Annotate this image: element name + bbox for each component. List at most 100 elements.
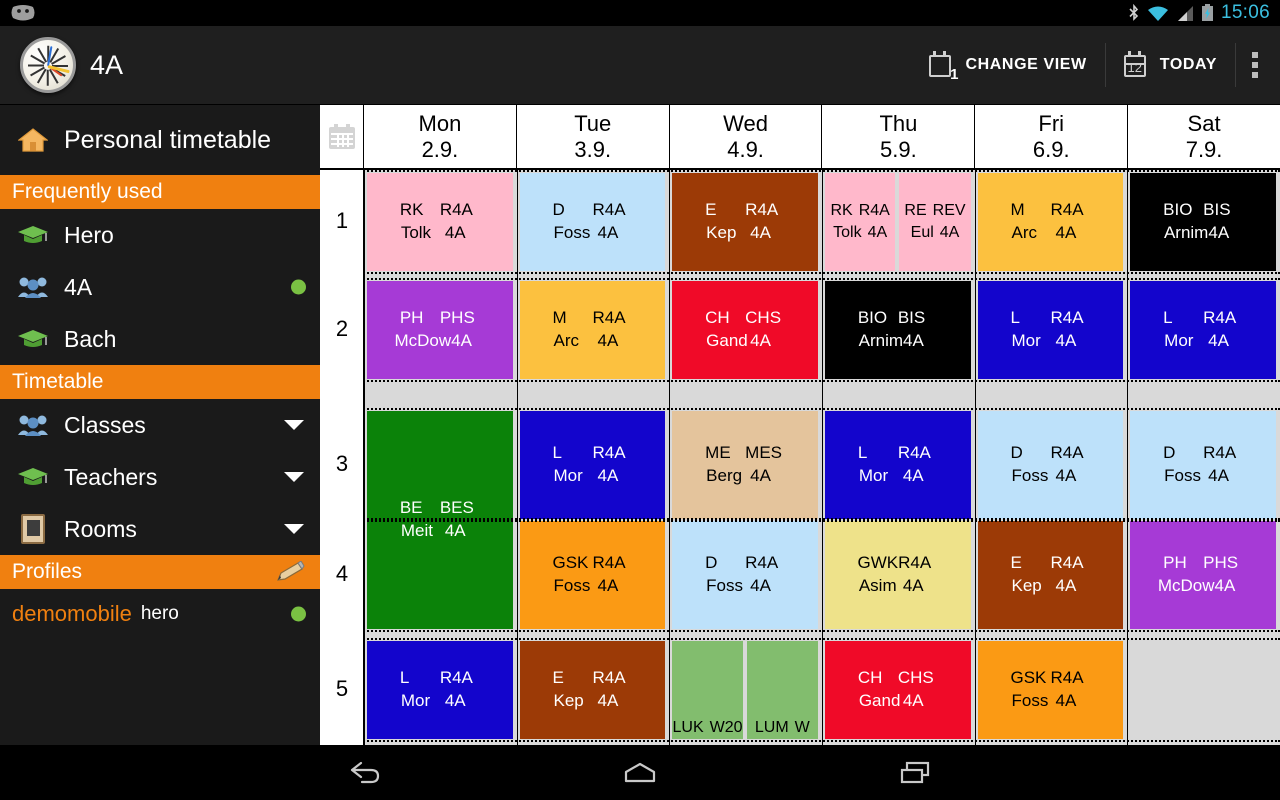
lesson-subject-room: E R4A [1010, 553, 1084, 573]
sidebar-item-teachers[interactable]: Teachers [0, 451, 320, 503]
lesson-cell[interactable]: RE REV Eul 4A [899, 173, 971, 271]
lesson-cell[interactable]: RK R4A Tolk 4A [367, 173, 513, 271]
sidebar-item-teachers-label: Teachers [64, 463, 158, 490]
door-icon [14, 514, 52, 544]
lesson-cell[interactable]: RK R4A Tolk 4A [825, 173, 896, 271]
timetable-header-row: Mon 2.9. Tue 3.9. Wed 4.9. Thu 5.9. Fri … [320, 105, 1280, 170]
sidebar-item-classes[interactable]: Classes [0, 399, 320, 451]
period-separator [320, 740, 1280, 742]
change-view-badge: 1 [950, 66, 959, 83]
day-name: Mon [418, 110, 462, 136]
chevron-down-icon[interactable] [284, 472, 304, 482]
lesson-cell[interactable]: LUM W [746, 641, 818, 739]
lesson-cell[interactable]: M R4A Arc 4A [977, 173, 1124, 271]
day-column-divider [669, 170, 671, 745]
action-bar: 4A 1 CHANGE VIEW 12 TODAY [0, 26, 1280, 105]
chevron-down-icon[interactable] [284, 420, 304, 430]
lesson-cell[interactable]: CH CHS Gand 4A [672, 281, 818, 379]
day-header-wed[interactable]: Wed 4.9. [670, 105, 823, 168]
lesson-subject-room: GSK R4A [552, 553, 626, 573]
day-column-divider [974, 170, 976, 745]
lesson-cell[interactable]: D R4A Foss 4A [1130, 411, 1276, 519]
lesson-cell[interactable]: BIO BIS Arnim4A [825, 281, 971, 379]
day-name: Wed [723, 110, 768, 136]
today-button[interactable]: 12 TODAY [1106, 26, 1235, 104]
android-head-icon [10, 4, 36, 22]
lesson-teacher-class: Mor 4A [553, 466, 619, 485]
lesson-cell[interactable]: E R4A Kep 4A [977, 521, 1124, 629]
sidebar-section-timetable-label: Timetable [12, 370, 104, 393]
lesson-subject-room: L R4A [399, 668, 473, 688]
lesson-cell[interactable]: E R4A Kep 4A [672, 173, 818, 271]
profile-name: demomobile [12, 601, 132, 626]
lesson-cell[interactable]: CH CHS Gand 4A [825, 641, 971, 739]
lesson-subject-room: GSK R4A [1010, 668, 1084, 688]
lesson-cell[interactable]: L R4A Mor 4A [825, 411, 971, 519]
lesson-teacher-class: Foss 4A [553, 223, 619, 242]
chevron-down-icon[interactable] [284, 524, 304, 534]
today-icon-number: 12 [1127, 60, 1142, 75]
lesson-cell[interactable]: GSK R4A Foss 4A [519, 521, 666, 629]
lesson-teacher-class: McDow4A [394, 331, 472, 350]
lesson-cell[interactable]: L R4A Mor 4A [367, 641, 513, 739]
day-header-thu[interactable]: Thu 5.9. [822, 105, 976, 168]
lesson-cell[interactable]: PH PHS McDow4A [1130, 521, 1276, 629]
lesson-teacher-class: Gand 4A [706, 331, 771, 350]
lesson-teacher-class: Arnim4A [1163, 223, 1230, 242]
lesson-cell[interactable]: D R4A Foss 4A [672, 521, 818, 629]
lesson-teacher-class: Mor 4A [858, 466, 924, 485]
sidebar-section-frequent-label: Frequently used [12, 180, 163, 203]
lesson-cell[interactable]: L R4A Mor 4A [1130, 281, 1276, 379]
today-label: TODAY [1159, 56, 1217, 73]
sidebar-item-hero[interactable]: Hero [0, 209, 320, 261]
calendar-today-icon: 12 [1123, 51, 1150, 79]
lesson-cell[interactable]: PH PHS McDow4A [367, 281, 513, 379]
wifi-icon [1147, 5, 1169, 22]
status-bar: 15:06 [0, 0, 1280, 26]
lesson-cell[interactable]: D R4A Foss 4A [977, 411, 1124, 519]
overflow-menu-icon[interactable] [1236, 52, 1280, 78]
lesson-cell[interactable]: M R4A Arc 4A [519, 281, 666, 379]
sidebar-item-rooms[interactable]: Rooms [0, 503, 320, 555]
sidebar-item-personal-timetable[interactable]: Personal timetable [0, 105, 320, 175]
graduation-cap-icon [14, 328, 52, 350]
lesson-cell[interactable]: D R4A Foss 4A [519, 173, 666, 271]
lesson-cell[interactable]: ME MES Berg 4A [672, 411, 818, 519]
day-name: Tue [574, 110, 612, 136]
day-header-sat[interactable]: Sat 7.9. [1128, 105, 1280, 168]
recents-icon[interactable] [885, 753, 945, 793]
lesson-teacher-class: Tolk 4A [833, 224, 888, 241]
day-column-divider [1127, 170, 1129, 745]
lesson-cell[interactable]: GSK R4A Foss 4A [977, 641, 1124, 739]
status-clock: 15:06 [1220, 2, 1270, 23]
day-header-tue[interactable]: Tue 3.9. [517, 105, 670, 168]
timetable-grid: Mon 2.9. Tue 3.9. Wed 4.9. Thu 5.9. Fri … [320, 105, 1280, 745]
lesson-subject-room: M R4A [1010, 200, 1084, 220]
lesson-cell[interactable]: BIO BIS Arnim4A [1130, 173, 1276, 271]
day-name: Sat [1187, 110, 1221, 136]
day-name: Fri [1038, 110, 1065, 136]
lesson-cell[interactable]: LUK W20 [672, 641, 743, 739]
graduation-cap-icon [14, 224, 52, 246]
lesson-cell[interactable]: GWKR4A Asim 4A [825, 521, 971, 629]
lesson-cell[interactable]: L R4A Mor 4A [519, 411, 666, 519]
home-icon[interactable] [610, 753, 670, 793]
action-bar-actions: 1 CHANGE VIEW 12 TODAY [911, 26, 1280, 104]
lesson-cell[interactable]: E R4A Kep 4A [519, 641, 666, 739]
lesson-teacher-class: Mor 4A [1164, 331, 1229, 350]
lesson-cell[interactable]: L R4A Mor 4A [977, 281, 1124, 379]
sidebar-item-bach[interactable]: Bach [0, 313, 320, 365]
day-header-fri[interactable]: Fri 6.9. [975, 105, 1129, 168]
sidebar-item-4a-status-dot [291, 279, 306, 295]
timetable-corner-cell[interactable] [320, 105, 364, 168]
sidebar-profile-demomobile[interactable]: demomobile hero [0, 589, 320, 639]
app-icon-container[interactable] [12, 37, 84, 93]
lesson-cell[interactable]: BE BES Meit 4A [367, 411, 513, 629]
day-date: 5.9. [880, 136, 917, 162]
back-icon[interactable] [335, 753, 395, 793]
day-header-mon[interactable]: Mon 2.9. [364, 105, 517, 168]
change-view-button[interactable]: 1 CHANGE VIEW [911, 26, 1104, 104]
profile-status-dot [291, 606, 306, 622]
sidebar-item-4a[interactable]: 4A [0, 261, 320, 313]
edit-pencil-icon[interactable] [276, 560, 306, 583]
